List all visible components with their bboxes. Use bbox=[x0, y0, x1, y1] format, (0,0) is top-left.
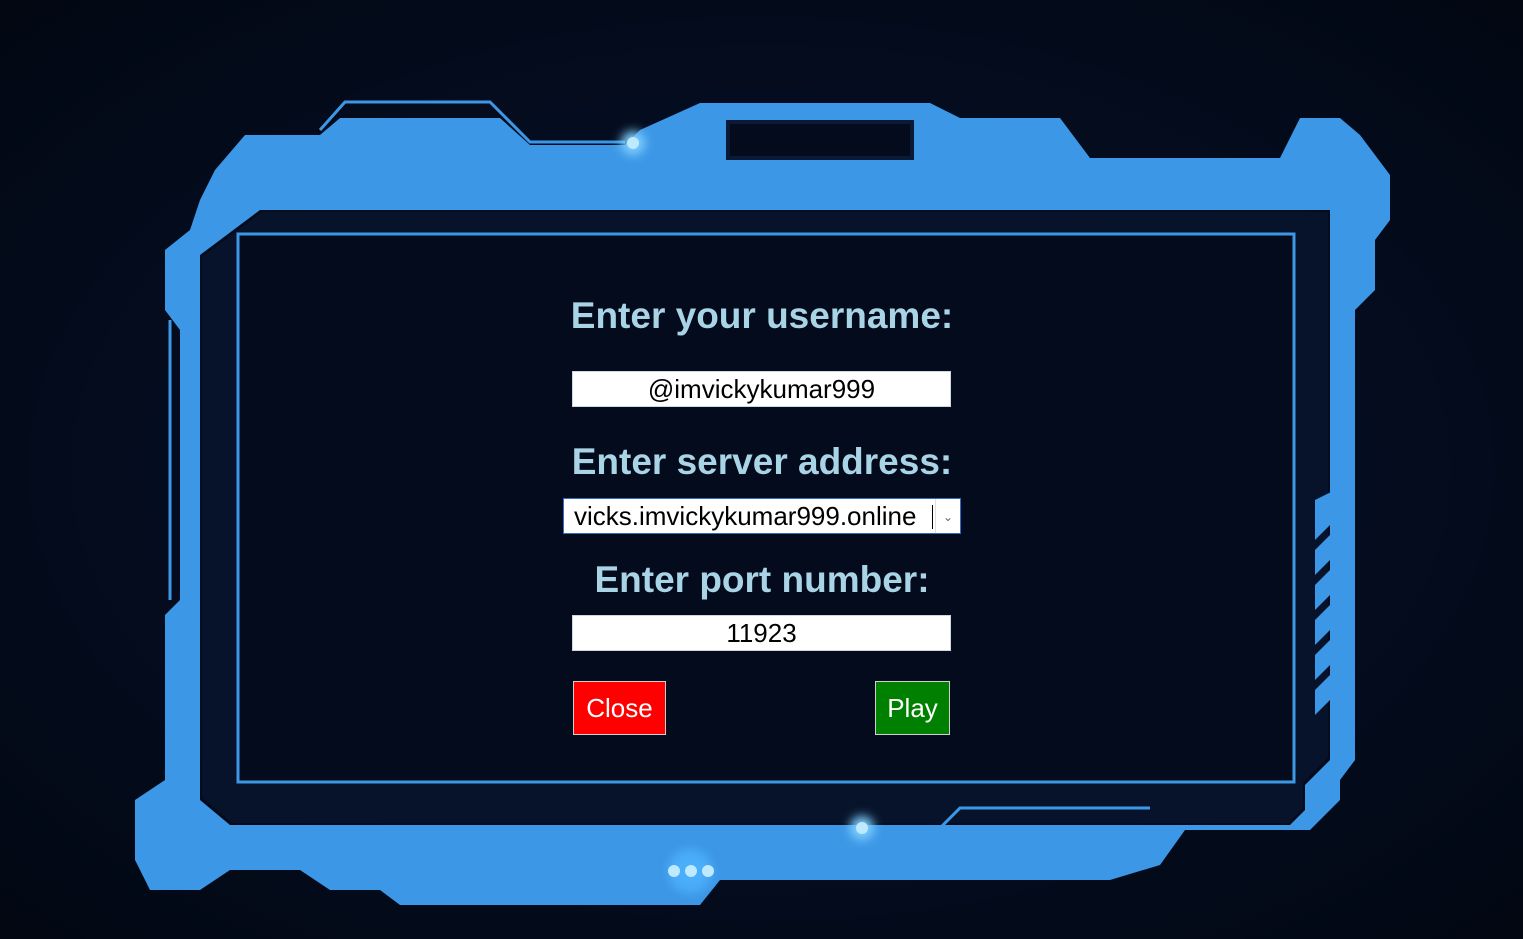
server-address-combobox[interactable]: vicks.imvickykumar999.online ⌄ bbox=[563, 498, 961, 534]
chevron-down-icon[interactable]: ⌄ bbox=[935, 499, 960, 533]
play-button[interactable]: Play bbox=[875, 681, 950, 735]
server-address-value: vicks.imvickykumar999.online bbox=[574, 501, 917, 531]
username-input[interactable] bbox=[572, 371, 951, 407]
text-caret bbox=[932, 505, 933, 529]
port-input[interactable] bbox=[572, 615, 951, 651]
close-button[interactable]: Close bbox=[573, 681, 666, 735]
port-label: Enter port number: bbox=[594, 559, 930, 600]
username-label: Enter your username: bbox=[570, 295, 954, 336]
server-label: Enter server address: bbox=[571, 441, 953, 482]
top-slot bbox=[726, 120, 914, 160]
connection-form: Enter your username: Enter server addres… bbox=[562, 278, 962, 748]
